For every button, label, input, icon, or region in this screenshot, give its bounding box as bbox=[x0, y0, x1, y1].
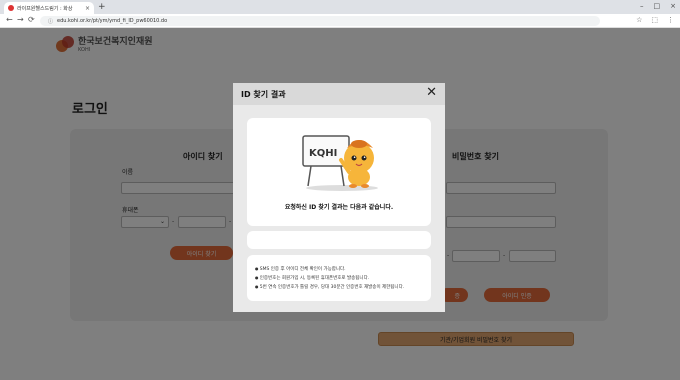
site-info-icon[interactable]: ⓘ bbox=[48, 18, 53, 25]
extensions-icon[interactable]: ⬚ bbox=[651, 16, 658, 24]
mascot-board-text: KQHI bbox=[309, 148, 337, 159]
browser-menu-icon[interactable]: ⋮ bbox=[667, 16, 674, 24]
tab-close-icon[interactable]: × bbox=[85, 5, 90, 12]
modal-title: ID 찾기 결과 bbox=[241, 90, 286, 99]
bookmark-star-icon[interactable]: ☆ bbox=[636, 16, 642, 24]
browser-tabbar: 라이프원헬스드림기 : 화상 × + – □ × bbox=[0, 0, 680, 14]
maximize-icon[interactable]: □ bbox=[654, 2, 661, 10]
url-text: edu.kohi.or.kr/pt/ym/ymd_fi_ID_pw60010.d… bbox=[57, 18, 168, 24]
notice-item: 인증번호는 회원가입 시, 등록된 휴대폰번호로 발송됩니다. bbox=[255, 274, 404, 283]
id-result-modal: ID 찾기 결과 ✕ KQHI 요청하신 ID 찾기 결과는 다음과 같습니다. bbox=[233, 83, 445, 312]
address-bar[interactable]: ⓘ edu.kohi.or.kr/pt/ym/ymd_fi_ID_pw60010… bbox=[40, 16, 600, 26]
window-close-icon[interactable]: × bbox=[670, 2, 676, 10]
back-icon[interactable]: ← bbox=[6, 15, 13, 24]
tab-title: 라이프원헬스드림기 : 화상 bbox=[17, 5, 73, 12]
modal-header: ID 찾기 결과 ✕ bbox=[233, 83, 445, 105]
notice-card: SMS 인증 후 아이디 전체 확인이 가능합니다. 인증번호는 회원가입 시,… bbox=[247, 255, 431, 301]
minimize-icon[interactable]: – bbox=[640, 2, 644, 10]
toolbar-actions: ☆ ⬚ ⋮ bbox=[636, 16, 674, 24]
notice-item: 5번 연속 인증번호가 틀릴 경우, 당대 30분간 인증번호 재발송이 제한됩… bbox=[255, 283, 404, 292]
result-card: KQHI 요청하신 ID 찾기 결과는 다음과 같습니다. bbox=[247, 118, 431, 226]
forward-icon[interactable]: → bbox=[17, 15, 24, 24]
window-controls: – □ × bbox=[640, 2, 676, 10]
site-favicon-icon bbox=[8, 5, 14, 11]
browser-tab[interactable]: 라이프원헬스드림기 : 화상 × bbox=[4, 2, 94, 14]
close-icon[interactable]: ✕ bbox=[426, 86, 437, 100]
result-id-box bbox=[247, 231, 431, 249]
browser-toolbar: ← → ⟳ ⓘ edu.kohi.or.kr/pt/ym/ymd_fi_ID_p… bbox=[0, 14, 680, 28]
result-message: 요청하신 ID 찾기 결과는 다음과 같습니다. bbox=[284, 204, 394, 211]
notice-item: SMS 인증 후 아이디 전체 확인이 가능합니다. bbox=[255, 265, 404, 274]
new-tab-button[interactable]: + bbox=[98, 2, 106, 12]
notice-list: SMS 인증 후 아이디 전체 확인이 가능합니다. 인증번호는 회원가입 시,… bbox=[255, 265, 404, 292]
reload-icon[interactable]: ⟳ bbox=[28, 15, 35, 24]
mascot-illustration-icon: KQHI bbox=[302, 135, 378, 191]
